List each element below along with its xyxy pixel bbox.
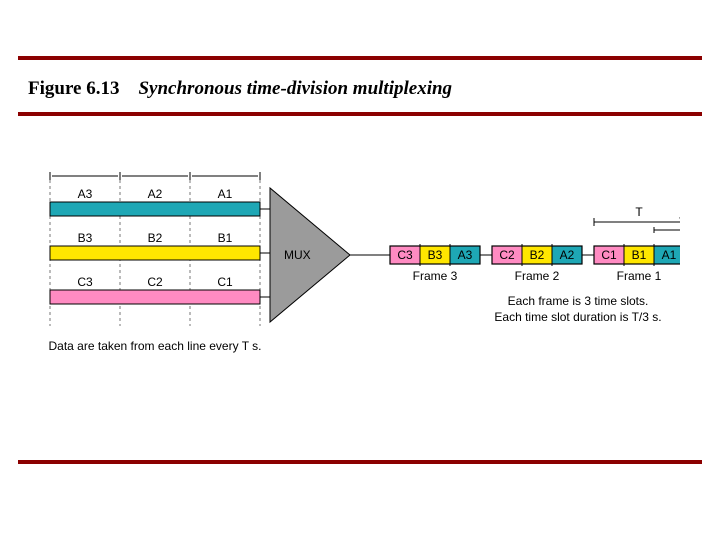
frame-name: Frame 2 <box>515 269 560 283</box>
input-line-B <box>50 246 260 260</box>
input-note: Data are taken from each line every T s. <box>49 339 262 353</box>
slot-time-label: T/3 <box>679 215 680 229</box>
mux-label: MUX <box>284 248 311 262</box>
frame-slot-label: B3 <box>428 248 443 262</box>
input-cell-label: A1 <box>218 187 233 201</box>
figure-title: Figure 6.13 Synchronous time-division mu… <box>28 78 452 100</box>
input-line-C <box>50 290 260 304</box>
frame-slot-label: C2 <box>499 248 515 262</box>
input-cell-label: C1 <box>217 275 233 289</box>
frame-slot-label: C3 <box>397 248 413 262</box>
output-note-1: Each frame is 3 time slots. <box>508 294 649 308</box>
input-cell-label: B3 <box>78 231 93 245</box>
input-line-A <box>50 202 260 216</box>
top-rule <box>18 56 702 60</box>
output-note-2: Each time slot duration is T/3 s. <box>494 310 661 324</box>
tdm-diagram: T T T A3 A2 A1 B3 B2 B1 C3 C2 C1 Data are taken from… <box>40 170 680 400</box>
figure-caption: Synchronous time-division multiplexing <box>138 78 452 99</box>
frame-slot-label: B2 <box>530 248 545 262</box>
bottom-rule <box>18 460 702 464</box>
frame-slot-label: B1 <box>632 248 647 262</box>
input-cell-label: C2 <box>147 275 163 289</box>
output-time-label: T <box>635 205 643 219</box>
frame-slot-label: A3 <box>458 248 473 262</box>
frame-name: Frame 3 <box>413 269 458 283</box>
mid-rule <box>18 112 702 116</box>
frame-slot-label: C1 <box>601 248 617 262</box>
time-label: T <box>151 170 159 173</box>
time-label: T <box>81 170 89 173</box>
input-cell-label: C3 <box>77 275 93 289</box>
frame-slot-label: A1 <box>662 248 677 262</box>
input-cell-label: B2 <box>148 231 163 245</box>
time-label: T <box>221 170 229 173</box>
input-cell-label: B1 <box>218 231 233 245</box>
figure-label: Figure 6.13 <box>28 78 119 99</box>
frame-slot-label: A2 <box>560 248 575 262</box>
input-cell-label: A2 <box>148 187 163 201</box>
frame-name: Frame 1 <box>617 269 662 283</box>
input-cell-label: A3 <box>78 187 93 201</box>
